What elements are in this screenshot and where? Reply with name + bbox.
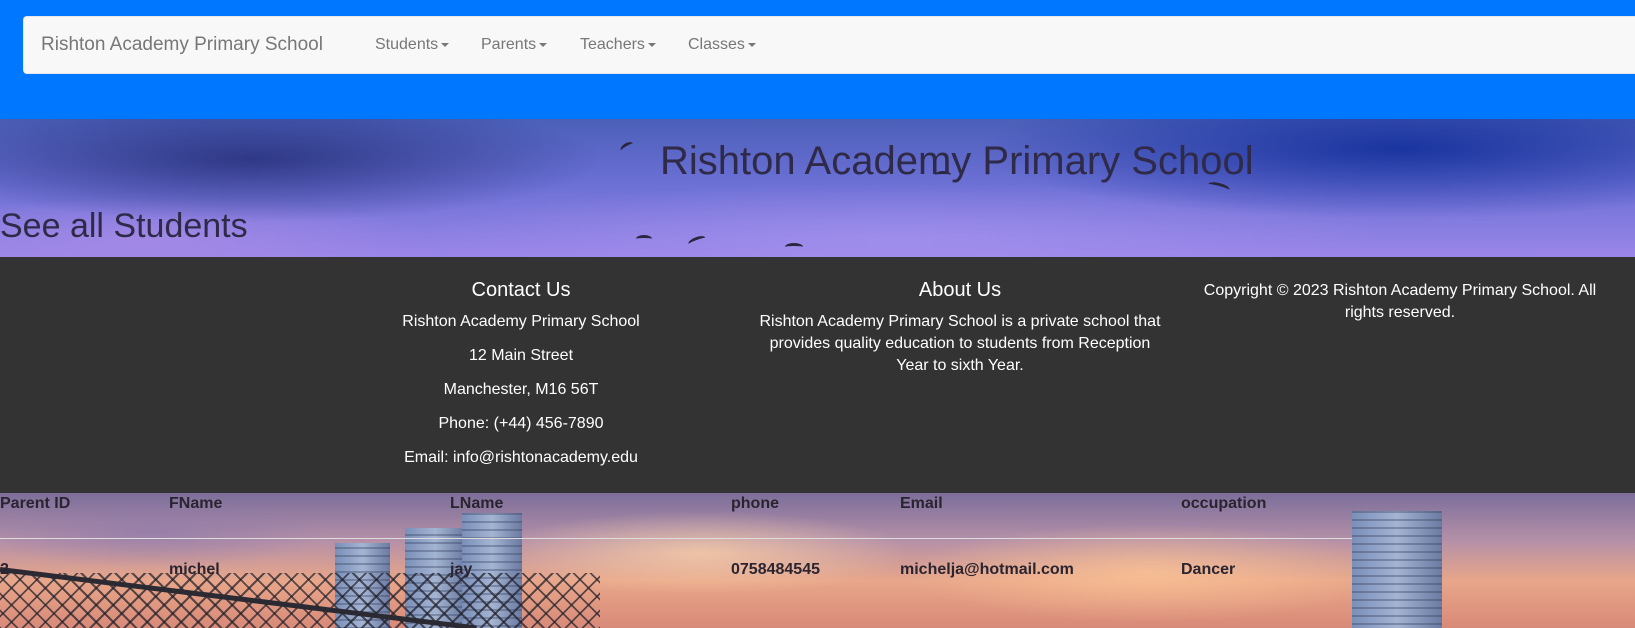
column-header: phone (731, 493, 900, 539)
footer-about: About Us Rishton Academy Primary School … (755, 279, 1165, 377)
table-cell: 0758484545 (731, 561, 820, 579)
table-cell: 2 (0, 561, 9, 579)
column-header: Parent ID (0, 493, 169, 539)
copyright-text: Copyright © 2023 Rishton Academy Primary… (1203, 282, 1597, 321)
nav-item-label: Teachers (580, 36, 645, 53)
table-row: 2 michel jay 0758484545 michelja@hotmail… (0, 538, 1352, 600)
column-header: LName (450, 493, 731, 539)
footer: Contact Us Rishton Academy Primary Schoo… (0, 257, 1635, 493)
bird-decoration (687, 234, 707, 248)
see-all-students-link[interactable]: See all Students (0, 207, 248, 246)
table-cell: jay (450, 561, 473, 579)
nav-item-label: Classes (688, 36, 745, 53)
table-header-row: Parent ID FName LName phone Email occupa… (0, 493, 1352, 539)
nav-item-classes[interactable]: Classes (688, 36, 756, 54)
column-header: FName (169, 493, 450, 539)
footer-contact: Contact Us Rishton Academy Primary Schoo… (371, 279, 671, 481)
contact-line: 12 Main Street (468, 347, 574, 364)
about-heading: About Us (918, 279, 1002, 301)
about-text: Rishton Academy Primary School is a priv… (759, 313, 1161, 374)
footer-copyright: Copyright © 2023 Rishton Academy Primary… (1190, 280, 1610, 324)
table-cell: michelja@hotmail.com (900, 561, 1074, 579)
caret-down-icon (539, 42, 548, 47)
contact-line: Rishton Academy Primary School (402, 313, 640, 330)
table-cell: Dancer (1181, 561, 1236, 579)
caret-down-icon (647, 42, 656, 47)
nav-item-label: Parents (481, 36, 537, 53)
contact-line: Email: info@rishtonacademy.edu (404, 449, 638, 466)
hero-banner: Rishton Academy Primary School See all S… (0, 119, 1635, 257)
nav-item-label: Students (375, 36, 439, 53)
contact-line: Manchester, M16 56T (443, 381, 599, 398)
contact-heading: Contact Us (471, 279, 571, 301)
nav-item-parents[interactable]: Parents (481, 36, 548, 54)
contact-line: Phone: (+44) 456-7890 (438, 415, 604, 432)
bird-decoration (636, 235, 652, 243)
column-header: occupation (1181, 493, 1352, 539)
bird-decoration (785, 243, 803, 251)
table-cell: michel (169, 561, 220, 579)
navbar-brand[interactable]: Rishton Academy Primary School (41, 34, 323, 56)
caret-down-icon (441, 42, 450, 47)
column-header: Email (900, 493, 1181, 539)
caret-down-icon (747, 42, 756, 47)
table-section: Parent ID FName LName phone Email occupa… (0, 493, 1635, 628)
nav-item-teachers[interactable]: Teachers (580, 36, 656, 54)
bird-decoration (618, 140, 636, 154)
parents-table: Parent ID FName LName phone Email occupa… (0, 493, 1352, 600)
building-decoration (1352, 511, 1442, 628)
page-title: Rishton Academy Primary School (660, 139, 1254, 183)
navbar: Rishton Academy Primary School Students … (23, 16, 1635, 74)
nav-item-students[interactable]: Students (375, 36, 450, 54)
top-band: Rishton Academy Primary School Students … (0, 0, 1635, 119)
